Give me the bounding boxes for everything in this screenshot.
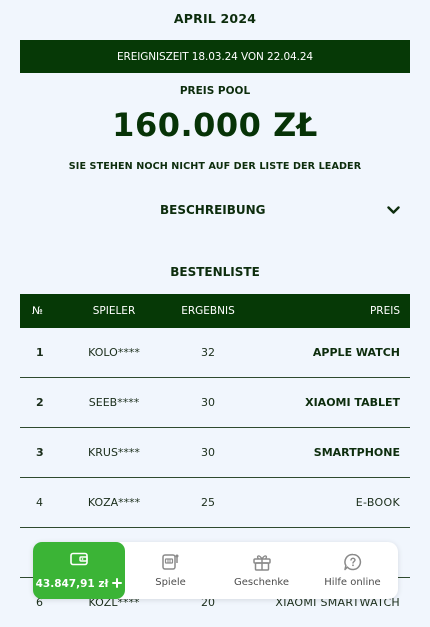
row-player: SEEB**** xyxy=(88,396,140,409)
column-header-score: ERGEBNIS xyxy=(181,305,235,317)
nav-item-help-label: Hilfe online xyxy=(324,577,381,588)
chevron-down-icon[interactable] xyxy=(386,203,400,217)
nav-item-games[interactable]: Spiele xyxy=(125,542,216,599)
nav-item-help[interactable]: Hilfe online xyxy=(307,542,398,599)
prize-pool-label: PREIS POOL xyxy=(179,85,251,97)
row-prize: APPLE WATCH xyxy=(312,346,400,359)
nav-item-gifts[interactable]: Geschenke xyxy=(216,542,307,599)
event-time-banner: EREIGNISZEIT 18.03.24 VON 22.04.24 xyxy=(20,40,410,73)
description-label: BESCHREIBUNG xyxy=(160,203,266,217)
wallet-balance: 43.847,91 zł xyxy=(35,577,123,591)
row-prize: XIAOMI TABLET xyxy=(305,396,400,409)
nav-item-gifts-label: Geschenke xyxy=(233,577,290,588)
nav-item-games-label: Spiele xyxy=(155,577,186,588)
row-rank: 1 xyxy=(36,346,44,359)
table-row: 1 KOLO**** 32 APPLE WATCH xyxy=(20,328,410,378)
column-header-player: SPIELER xyxy=(92,305,136,317)
bottom-navigation: 43.847,91 zł Spiele Geschenke Hilfe onli… xyxy=(33,542,398,599)
description-toggle[interactable]: BESCHREIBUNG xyxy=(160,199,400,221)
row-rank: 3 xyxy=(36,446,44,459)
wallet-button[interactable]: 43.847,91 zł xyxy=(33,542,125,599)
row-score: 30 xyxy=(201,446,215,459)
gift-icon xyxy=(252,553,272,571)
row-score: 32 xyxy=(201,346,215,359)
column-header-rank: № xyxy=(32,305,43,317)
table-row: 2 SEEB**** 30 XIAOMI TABLET xyxy=(20,378,410,428)
row-player: KOLO**** xyxy=(88,346,140,359)
event-time-text: EREIGNISZEIT 18.03.24 VON 22.04.24 xyxy=(117,50,313,63)
row-score: 30 xyxy=(201,396,215,409)
leaderboard-header-row: № SPIELER ERGEBNIS PREIS xyxy=(20,294,410,328)
help-chat-icon xyxy=(343,553,363,571)
row-prize: SMARTPHONE xyxy=(313,446,400,459)
wallet-icon xyxy=(70,551,88,570)
row-player: KOZA**** xyxy=(87,496,141,509)
leader-status-note: SIE STEHEN NOCH NICHT AUF DER LISTE DER … xyxy=(68,161,362,172)
row-player: KRUS**** xyxy=(88,446,140,459)
prize-pool-amount: 160.000 ZŁ xyxy=(112,106,318,144)
wallet-amount-text: 43.847,91 zł xyxy=(35,578,109,590)
column-header-prize: PREIS xyxy=(369,305,400,317)
slot-machine-icon xyxy=(161,553,181,571)
row-score: 25 xyxy=(201,496,215,509)
table-row: 4 KOZA**** 25 E-BOOK xyxy=(20,478,410,528)
table-row: 3 KRUS**** 30 SMARTPHONE xyxy=(20,428,410,478)
row-prize: E-BOOK xyxy=(355,496,400,509)
row-rank: 4 xyxy=(36,496,43,509)
row-rank: 2 xyxy=(36,396,44,409)
page-month-title: APRIL 2024 xyxy=(173,11,257,26)
plus-icon[interactable] xyxy=(112,577,123,591)
leaderboard-title: BESTENLISTE xyxy=(170,265,260,279)
